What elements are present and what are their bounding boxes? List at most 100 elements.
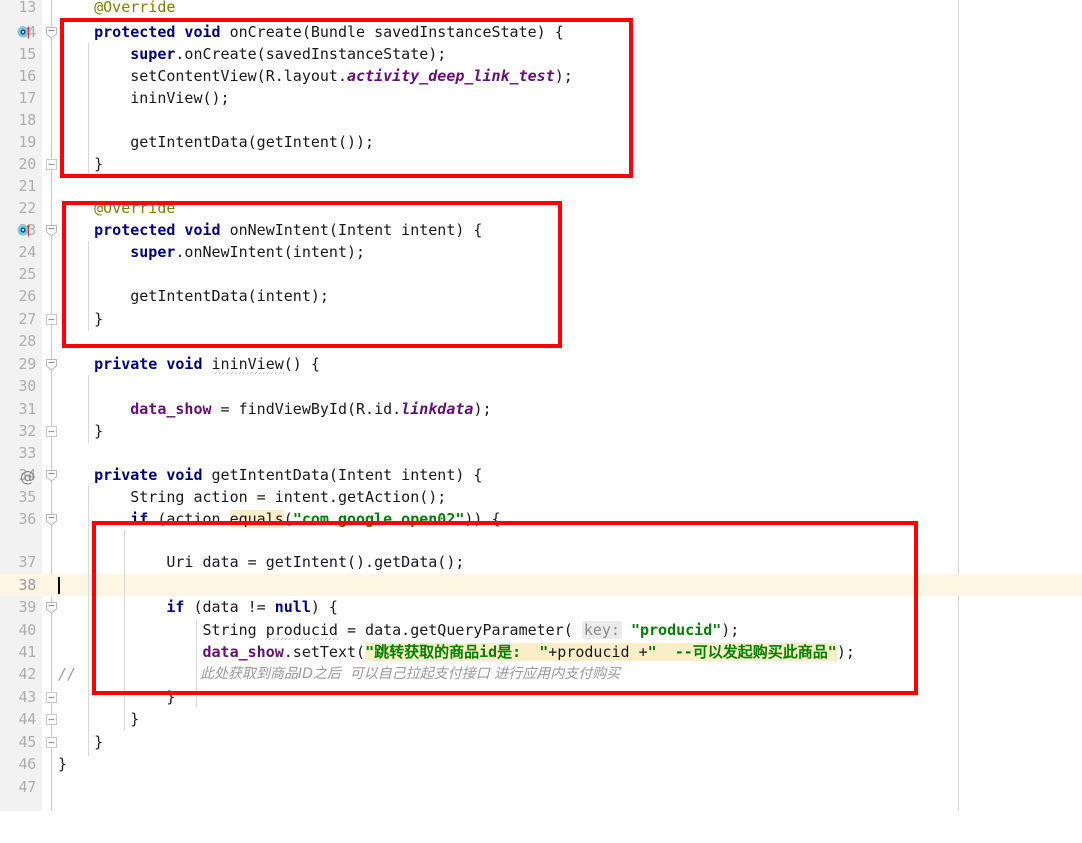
line-number: 30 xyxy=(18,377,37,395)
code-line-45[interactable]: 45 } xyxy=(0,731,1082,753)
line-number: 20 xyxy=(18,155,37,173)
code-text: } xyxy=(58,710,140,728)
code-line-23[interactable]: 23 protected void onNewIntent(Intent int… xyxy=(0,219,1082,241)
code-text: @Override xyxy=(58,0,176,16)
line-number: 40 xyxy=(18,621,37,639)
code-line-37[interactable]: 37 Uri data = getIntent().getData(); xyxy=(0,551,1082,573)
code-comment-text: 此处获取到商品ID之后 可以自己拉起支付接口 进行应用内支付购买 xyxy=(200,666,621,682)
indent-guide xyxy=(88,486,89,756)
code-line-18[interactable]: 18 xyxy=(0,109,1082,131)
line-number: 16 xyxy=(18,67,37,85)
code-line-34[interactable]: 34 @ private void getIntentData(Intent i… xyxy=(0,464,1082,486)
fold-marker-end-icon[interactable] xyxy=(45,736,58,749)
code-line-19[interactable]: 19 getIntentData(getIntent()); xyxy=(0,131,1082,153)
code-editor[interactable]: 13 @Override 14 protected void onCreate(… xyxy=(0,0,1082,811)
code-line-27[interactable]: 27 } xyxy=(0,308,1082,330)
line-number: 22 xyxy=(18,199,37,217)
line-number: 18 xyxy=(18,111,37,129)
line-number: 28 xyxy=(18,332,37,350)
code-line-32[interactable]: 32 } xyxy=(0,420,1082,442)
fold-marker-icon[interactable] xyxy=(45,469,58,482)
code-line-41[interactable]: 41 data_show.setText("跳转获取的商品id是: "+prod… xyxy=(0,641,1082,663)
code-line-38[interactable]: 38 xyxy=(0,574,1082,597)
code-line-20[interactable]: 20 } xyxy=(0,153,1082,175)
code-text: getIntentData(intent); xyxy=(58,287,329,305)
fold-marker-icon[interactable] xyxy=(45,601,58,614)
code-line-17[interactable]: 17 ininView(); xyxy=(0,87,1082,109)
line-number: 47 xyxy=(18,778,37,796)
override-method-icon[interactable] xyxy=(17,223,31,237)
code-text: } xyxy=(58,310,104,328)
code-line-42[interactable]: 42 // 此处获取到商品ID之后 可以自己拉起支付接口 进行应用内支付购买 xyxy=(0,663,1082,685)
line-number: 36 xyxy=(18,510,37,528)
annotation-at-icon[interactable]: @ xyxy=(20,466,35,488)
code-line-33[interactable]: 33 xyxy=(0,442,1082,464)
fold-marker-end-icon[interactable] xyxy=(45,713,58,726)
line-number: 41 xyxy=(18,643,37,661)
fold-marker-end-icon[interactable] xyxy=(45,691,58,704)
indent-guide xyxy=(88,241,89,331)
line-number: 19 xyxy=(18,133,37,151)
code-text: String action = intent.getAction(); xyxy=(58,488,447,506)
fold-marker-end-icon[interactable] xyxy=(45,158,58,171)
code-text: } xyxy=(58,688,176,706)
line-number: 33 xyxy=(18,444,37,462)
code-text: Uri data = getIntent().getData(); xyxy=(58,553,465,571)
text-caret xyxy=(58,577,60,594)
fold-marker-icon[interactable] xyxy=(45,26,58,39)
line-number: 17 xyxy=(18,89,37,107)
code-text: private void getIntentData(Intent intent… xyxy=(94,466,483,484)
code-text: if (data != null) { xyxy=(166,598,338,616)
fold-marker-icon[interactable] xyxy=(45,513,58,526)
code-text: @Override xyxy=(58,199,176,217)
code-line-30[interactable]: 30 xyxy=(0,375,1082,397)
code-text: data_show.setText("跳转获取的商品id是: "+produci… xyxy=(202,643,855,661)
code-line-14[interactable]: 14 protected void onCreate(Bundle savedI… xyxy=(0,21,1082,43)
code-text: setContentView(R.layout.activity_deep_li… xyxy=(58,67,573,85)
code-text: ininView(); xyxy=(58,89,230,107)
fold-marker-end-icon[interactable] xyxy=(45,313,58,326)
code-text: data_show = findViewById(R.id.linkdata); xyxy=(130,400,492,418)
line-number: 27 xyxy=(18,310,37,328)
line-number: 24 xyxy=(18,243,37,261)
code-line-36[interactable]: 36 if (action.equals("com.google.open02"… xyxy=(0,508,1082,530)
line-number: 25 xyxy=(18,265,37,283)
code-line-35[interactable]: 35 String action = intent.getAction(); xyxy=(0,486,1082,508)
code-line-44[interactable]: 44 } xyxy=(0,708,1082,730)
fold-marker-icon[interactable] xyxy=(45,224,58,237)
code-line-16[interactable]: 16 setContentView(R.layout.activity_deep… xyxy=(0,65,1082,87)
line-number: 31 xyxy=(18,400,37,418)
indent-guide xyxy=(196,619,197,707)
code-line-43[interactable]: 43 } xyxy=(0,686,1082,708)
line-number: 37 xyxy=(18,553,37,571)
code-line-40[interactable]: 40 String producid = data.getQueryParame… xyxy=(0,619,1082,641)
line-number: 32 xyxy=(18,422,37,440)
indent-guide xyxy=(88,43,89,176)
fold-marker-end-icon[interactable] xyxy=(45,425,58,438)
code-line-21[interactable]: 21 xyxy=(0,175,1082,197)
code-text: private void ininView() { xyxy=(94,355,320,374)
code-line-47[interactable]: 47 xyxy=(0,776,1082,798)
code-line-31[interactable]: 31 data_show = findViewById(R.id.linkdat… xyxy=(0,398,1082,420)
comment-slashes: // xyxy=(58,665,77,683)
code-line-24[interactable]: 24 super.onNewIntent(intent); xyxy=(0,241,1082,263)
line-number: 26 xyxy=(18,287,37,305)
fold-marker-icon[interactable] xyxy=(45,358,58,371)
code-line-26[interactable]: 26 getIntentData(intent); xyxy=(0,285,1082,307)
code-line-22[interactable]: 22 @Override xyxy=(0,197,1082,219)
code-text: getIntentData(getIntent()); xyxy=(58,133,375,151)
code-line-13[interactable]: 13 @Override xyxy=(0,0,1082,18)
line-number: 29 xyxy=(18,355,37,373)
code-line-29[interactable]: 29 private void ininView() { xyxy=(0,353,1082,375)
line-number: 44 xyxy=(18,710,37,728)
code-line-28[interactable]: 28 xyxy=(0,330,1082,352)
line-number: 21 xyxy=(18,177,37,195)
code-line-15[interactable]: 15 super.onCreate(savedInstanceState); xyxy=(0,43,1082,65)
line-number: 42 xyxy=(18,665,37,683)
code-line-25[interactable]: 25 xyxy=(0,263,1082,285)
code-line-39[interactable]: 39 if (data != null) { xyxy=(0,596,1082,618)
code-line-46[interactable]: 46 } xyxy=(0,753,1082,775)
override-method-icon[interactable] xyxy=(17,25,31,39)
code-text: protected void onNewIntent(Intent intent… xyxy=(94,221,483,239)
line-number: 38 xyxy=(18,576,37,594)
